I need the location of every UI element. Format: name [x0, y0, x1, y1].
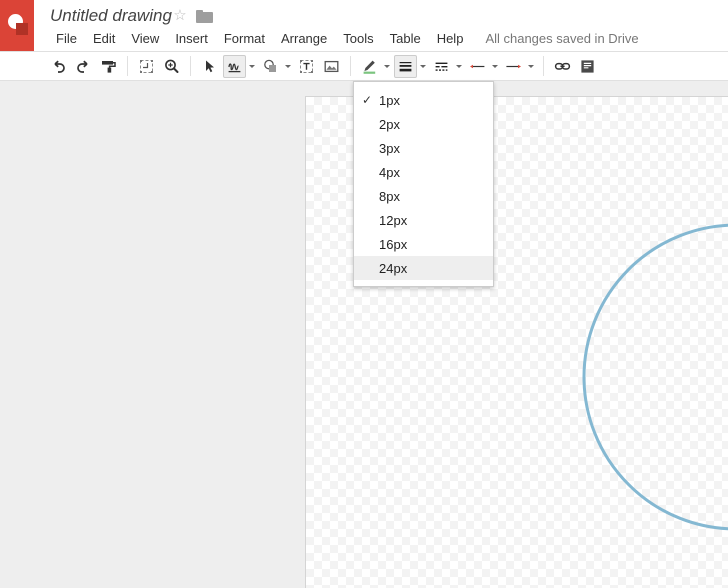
menu-item-insert[interactable]: Insert	[167, 29, 216, 48]
line-color-dropdown-caret[interactable]	[382, 55, 391, 78]
drawings-logo-glyph	[8, 14, 28, 36]
menu-item-format[interactable]: Format	[216, 29, 273, 48]
check-icon: ✓	[361, 93, 373, 107]
save-status-text: All changes saved in Drive	[485, 31, 639, 46]
chevron-down-icon	[383, 64, 390, 68]
line-color-button[interactable]	[358, 55, 381, 78]
line-weight-option-1px[interactable]: ✓ 1px	[354, 88, 493, 112]
document-title[interactable]: Untitled drawing	[50, 6, 172, 26]
menu-item-table[interactable]: Table	[382, 29, 429, 48]
toolbar-separator	[127, 56, 128, 76]
line-start-icon	[470, 64, 485, 68]
toolbar-separator	[350, 56, 351, 76]
line-end-button[interactable]	[502, 55, 525, 78]
image-icon	[324, 60, 339, 72]
line-weight-dropdown[interactable]: ✓ 1px 2px 3px 4px 8px 12px 16px 24px	[353, 81, 494, 287]
select-tool-button[interactable]	[198, 55, 221, 78]
zoom-button[interactable]	[160, 55, 183, 78]
undo-icon	[54, 60, 65, 73]
line-weight-option-label: 8px	[379, 188, 400, 204]
line-weight-option-label: 24px	[379, 260, 408, 276]
paint-roller-icon	[102, 60, 116, 73]
text-box-icon	[300, 59, 313, 73]
line-tool-dropdown-caret[interactable]	[247, 55, 256, 78]
redo-button[interactable]	[72, 55, 95, 78]
line-dash-dropdown-caret[interactable]	[454, 55, 463, 78]
chevron-down-icon	[419, 64, 426, 68]
app-header: Untitled drawing ☆ File Edit View Insert…	[0, 0, 728, 51]
line-weight-option-24px[interactable]: 24px	[354, 256, 493, 280]
menu-item-view[interactable]: View	[123, 29, 167, 48]
line-weight-dropdown-caret[interactable]	[418, 55, 427, 78]
insert-comment-button[interactable]	[576, 55, 599, 78]
insert-image-button[interactable]	[320, 55, 343, 78]
menu-item-tools[interactable]: Tools	[335, 29, 381, 48]
chevron-down-icon	[491, 64, 498, 68]
line-dash-icon	[435, 62, 448, 71]
line-end-dropdown-caret[interactable]	[526, 55, 535, 78]
drawings-logo-icon	[0, 0, 34, 51]
text-box-button[interactable]	[295, 55, 318, 78]
folder-icon[interactable]	[196, 10, 213, 23]
fit-to-page-button[interactable]	[135, 55, 158, 78]
chevron-down-icon	[248, 64, 255, 68]
line-start-dropdown-caret[interactable]	[490, 55, 499, 78]
shape-tool-dropdown-caret[interactable]	[283, 55, 292, 78]
line-weight-option-4px[interactable]: 4px	[354, 160, 493, 184]
google-drawings-window: Untitled drawing ☆ File Edit View Insert…	[0, 0, 728, 588]
main-toolbar	[0, 51, 728, 81]
toolbar-separator	[190, 56, 191, 76]
line-weight-option-label: 12px	[379, 212, 408, 228]
line-weight-option-16px[interactable]: 16px	[354, 232, 493, 256]
circle-shape[interactable]	[582, 223, 728, 531]
line-weight-option-3px[interactable]: 3px	[354, 136, 493, 160]
star-outline-icon[interactable]: ☆	[172, 8, 188, 24]
shape-tool-button[interactable]	[259, 55, 282, 78]
undo-button[interactable]	[47, 55, 70, 78]
fit-to-page-icon	[140, 59, 153, 73]
pencil-line-color-icon	[363, 60, 376, 74]
menu-item-arrange[interactable]: Arrange	[273, 29, 335, 48]
line-tool-button[interactable]	[223, 54, 246, 78]
magnifier-plus-icon	[165, 59, 179, 73]
cursor-arrow-icon	[206, 60, 214, 72]
comment-icon	[581, 59, 594, 73]
chevron-down-icon	[284, 64, 291, 68]
line-start-button[interactable]	[466, 55, 489, 78]
menu-bar: File Edit View Insert Format Arrange Too…	[48, 29, 639, 48]
line-end-icon	[506, 64, 521, 68]
menu-item-file[interactable]: File	[48, 29, 85, 48]
link-chain-icon	[554, 62, 571, 70]
menu-item-edit[interactable]: Edit	[85, 29, 123, 48]
redo-icon	[77, 60, 88, 73]
paint-format-button[interactable]	[97, 55, 120, 78]
line-weight-option-label: 3px	[379, 140, 400, 156]
line-weight-option-label: 1px	[379, 92, 400, 108]
chevron-down-icon	[455, 64, 462, 68]
chevron-down-icon	[527, 64, 534, 68]
toolbar-separator	[543, 56, 544, 76]
line-weight-option-label: 16px	[379, 236, 408, 252]
line-weight-option-2px[interactable]: 2px	[354, 112, 493, 136]
line-dash-button[interactable]	[430, 55, 453, 78]
insert-link-button[interactable]	[551, 55, 574, 78]
scribble-line-icon	[228, 62, 241, 72]
line-weight-button[interactable]	[394, 54, 417, 78]
line-weight-option-label: 2px	[379, 116, 400, 132]
shapes-icon	[264, 59, 276, 72]
menu-item-help[interactable]: Help	[429, 29, 472, 48]
line-weight-option-label: 4px	[379, 164, 400, 180]
folder-body	[196, 12, 213, 23]
line-weight-icon	[399, 61, 412, 71]
line-weight-option-8px[interactable]: 8px	[354, 184, 493, 208]
line-weight-option-12px[interactable]: 12px	[354, 208, 493, 232]
logo-square-shape	[16, 23, 28, 35]
